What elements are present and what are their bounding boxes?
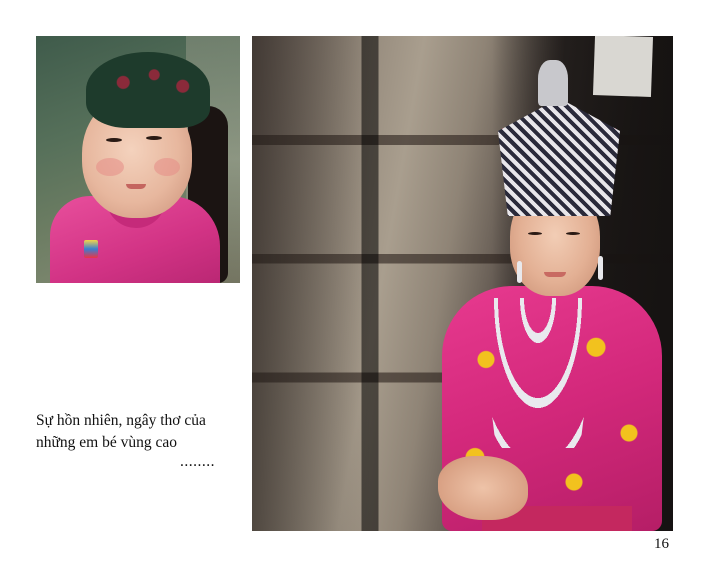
photo-hat-top: [538, 60, 568, 106]
photo-hands: [438, 456, 528, 520]
photo-girl-pink-jacket: [36, 36, 240, 283]
photo-headscarf: [86, 52, 210, 128]
photo-paper-note: [592, 36, 654, 97]
caption-line-1: Sự hồn nhiên, ngây thơ của: [36, 412, 206, 429]
photo-cheek-left: [96, 158, 124, 176]
photo-mouth: [126, 184, 146, 189]
photo-silver-necklace: [478, 298, 598, 448]
photo-cheek-right: [154, 158, 180, 176]
photo-wall-shadow: [252, 36, 372, 531]
caption-ellipsis: ........: [180, 453, 215, 470]
photo-earring-right: [598, 256, 603, 280]
photo-eye-right: [566, 232, 580, 235]
caption-line-2: những em bé vùng cao: [36, 434, 177, 451]
photo-eye-right: [146, 136, 162, 140]
caption: Sự hồn nhiên, ngây thơ của những em bé v…: [36, 410, 246, 470]
photo-earring-left: [517, 261, 522, 283]
photo-jacket-patch: [84, 240, 98, 258]
photo-mouth: [544, 272, 566, 277]
page-number: 16: [654, 536, 669, 552]
photo-eye-left: [106, 138, 122, 142]
photo-eye-left: [528, 232, 542, 235]
page: Sự hồn nhiên, ngây thơ của những em bé v…: [0, 0, 709, 567]
photo-girl-traditional-costume: [252, 36, 673, 531]
